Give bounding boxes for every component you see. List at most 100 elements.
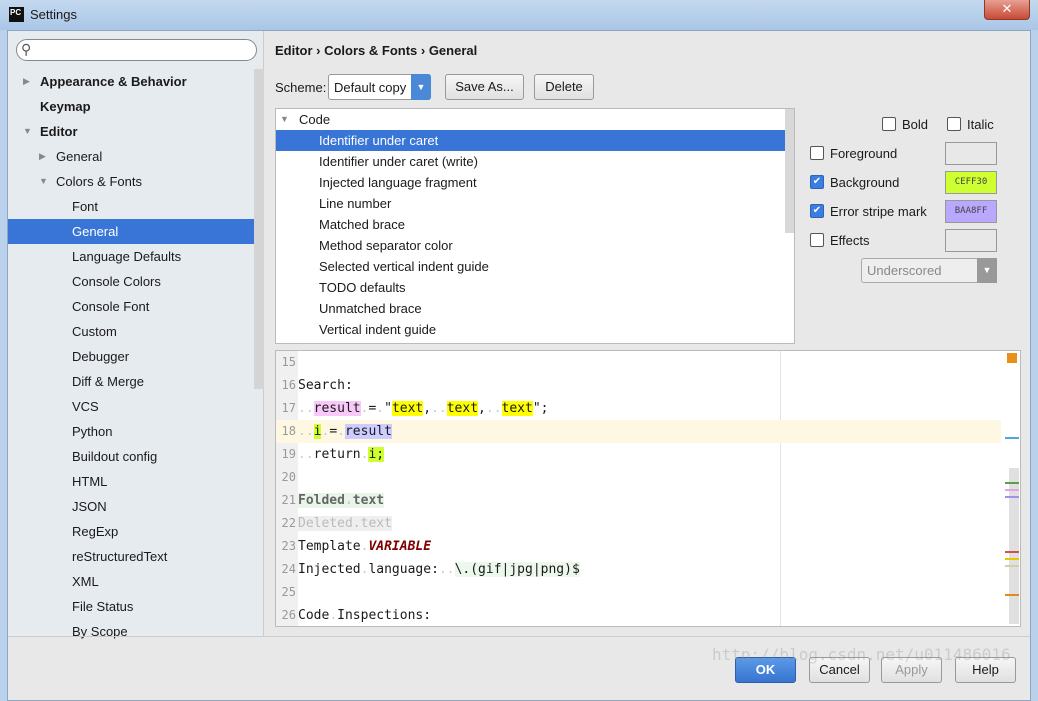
sidebar-item[interactable]: Console Colors	[8, 269, 254, 294]
list-item[interactable]: Method separator color	[276, 235, 794, 256]
line-number: 24	[281, 562, 296, 576]
scheme-select[interactable]: Default copy ▼	[328, 74, 431, 100]
editor-scrollbar[interactable]	[1009, 468, 1019, 624]
italic-label: Italic	[967, 117, 994, 132]
settings-tree: ▶ Appearance & Behavior Keymap ▼ Editor ▶ Gene…	[8, 69, 254, 644]
sidebar-item-label: Font	[72, 199, 99, 214]
error-stripe-marker[interactable]	[1005, 496, 1019, 498]
sidebar-item[interactable]: RegExp	[8, 519, 254, 544]
code-line: 21 Folded.text	[276, 489, 1001, 512]
list-item[interactable]: Vertical indent guide	[276, 319, 794, 340]
list-item[interactable]: Line number	[276, 193, 794, 214]
foreground-label: Foreground	[830, 146, 898, 161]
line-number: 16	[281, 378, 296, 392]
sidebar-item-label: VCS	[72, 399, 99, 414]
error-stripe-checkbox[interactable]: ✔	[810, 204, 824, 218]
main-panel: Editor › Colors & Fonts › General Scheme…	[265, 31, 1032, 636]
sidebar-item[interactable]: General	[8, 219, 254, 244]
sidebar-item-label: Appearance & Behavior	[40, 74, 187, 89]
sidebar-item-label: Diff & Merge	[72, 374, 145, 389]
error-stripe-marker[interactable]	[1005, 565, 1019, 567]
effect-type-select[interactable]: Underscored ▼	[861, 258, 997, 283]
sidebar-item-label: reStructuredText	[72, 549, 168, 564]
sidebar-item[interactable]: Language Defaults	[8, 244, 254, 269]
error-stripe-marker[interactable]	[1005, 594, 1019, 596]
background-label: Background	[830, 175, 900, 190]
sidebar-item[interactable]: Custom	[8, 319, 254, 344]
sidebar-item[interactable]: Debugger	[8, 344, 254, 369]
sidebar-item[interactable]: ▶ Appearance & Behavior	[8, 69, 254, 94]
sidebar: ⚲ ▶ Appearance & Behavior Keymap ▼ Editor ▶ Ge…	[8, 31, 264, 639]
sidebar-item-label: General	[72, 224, 119, 239]
list-item[interactable]: TODO defaults	[276, 277, 794, 298]
sidebar-item[interactable]: Keymap	[8, 94, 254, 119]
attribute-list: ▼ Code Identifier under caret Identifier u…	[275, 108, 795, 344]
app-logo: PC	[9, 7, 24, 22]
line-number: 25	[281, 585, 296, 599]
expanded-arrow-icon[interactable]: ▼	[39, 169, 48, 194]
foreground-checkbox[interactable]	[810, 146, 824, 160]
sidebar-item[interactable]: Font	[8, 194, 254, 219]
error-stripe-marker[interactable]	[1005, 558, 1019, 560]
search-input[interactable]: ⚲	[16, 39, 257, 61]
error-stripe-marker[interactable]	[1007, 353, 1017, 363]
sidebar-item-label: File Status	[72, 599, 134, 614]
error-stripe-marker[interactable]	[1005, 437, 1019, 439]
sidebar-scrollbar[interactable]	[254, 69, 264, 389]
list-group-code[interactable]: ▼ Code	[276, 109, 794, 130]
sidebar-item[interactable]: ▼ Editor	[8, 119, 254, 144]
effects-swatch[interactable]	[945, 229, 997, 252]
sidebar-item[interactable]: VCS	[8, 394, 254, 419]
scheme-value: Default copy	[334, 80, 407, 95]
sidebar-item[interactable]: ▼ Colors & Fonts	[8, 169, 254, 194]
bold-label: Bold	[902, 117, 929, 132]
sidebar-item[interactable]: JSON	[8, 494, 254, 519]
background-checkbox[interactable]: ✔	[810, 175, 824, 189]
sidebar-item-label: Editor	[40, 124, 78, 139]
sidebar-item-label: Buildout config	[72, 449, 158, 464]
save-as-button[interactable]: Save As...	[445, 74, 524, 100]
sidebar-item[interactable]: reStructuredText	[8, 544, 254, 569]
close-button[interactable]: ✕	[984, 0, 1030, 20]
delete-button[interactable]: Delete	[534, 74, 594, 100]
sidebar-item-label: Colors & Fonts	[56, 174, 142, 189]
foreground-swatch[interactable]	[945, 142, 997, 165]
sidebar-item[interactable]: Buildout config	[8, 444, 254, 469]
preview-editor[interactable]: 15 16 Search: 17 ..result.=."text,..text,..t…	[275, 350, 1021, 627]
error-stripe-marker[interactable]	[1005, 551, 1019, 553]
list-scrollbar[interactable]	[785, 109, 794, 233]
italic-checkbox[interactable]	[947, 117, 961, 131]
effects-checkbox[interactable]	[810, 233, 824, 247]
list-item[interactable]: Identifier under caret	[276, 130, 794, 151]
list-item[interactable]: Selected vertical indent guide	[276, 256, 794, 277]
sidebar-item-label: Console Colors	[72, 274, 161, 289]
sidebar-item[interactable]: Python	[8, 419, 254, 444]
sidebar-item[interactable]: Diff & Merge	[8, 369, 254, 394]
line-number: 15	[281, 355, 296, 369]
list-item[interactable]: Injected language fragment	[276, 172, 794, 193]
error-stripe-swatch[interactable]: BAA8FF	[945, 200, 997, 223]
bold-checkbox[interactable]	[882, 117, 896, 131]
sidebar-item[interactable]: File Status	[8, 594, 254, 619]
collapsed-arrow-icon[interactable]: ▶	[23, 69, 30, 94]
list-item[interactable]: Matched brace	[276, 214, 794, 235]
list-item[interactable]: Unmatched brace	[276, 298, 794, 319]
error-stripe-marker[interactable]	[1005, 489, 1019, 491]
sidebar-item[interactable]: HTML	[8, 469, 254, 494]
search-icon: ⚲	[21, 41, 32, 57]
collapsed-arrow-icon[interactable]: ▶	[39, 144, 46, 169]
expanded-arrow-icon[interactable]: ▼	[23, 119, 32, 144]
sidebar-item[interactable]: Console Font	[8, 294, 254, 319]
watermark: http://blog.csdn.net/u011486016	[712, 645, 1011, 664]
code-line: 19 ..return.i;	[276, 443, 1001, 466]
sidebar-item-label: JSON	[72, 499, 107, 514]
background-swatch[interactable]: CEFF30	[945, 171, 997, 194]
list-item[interactable]: Identifier under caret (write)	[276, 151, 794, 172]
sidebar-item-label: HTML	[72, 474, 108, 489]
sidebar-item[interactable]: XML	[8, 569, 254, 594]
sidebar-item[interactable]: ▶ General	[8, 144, 254, 169]
code-line: 24 Injected.language:..\.(gif|jpg|png)$	[276, 558, 1001, 581]
error-stripe-marker[interactable]	[1005, 482, 1019, 484]
sidebar-item-label: Debugger	[72, 349, 130, 364]
sidebar-item-label: Custom	[72, 324, 117, 339]
